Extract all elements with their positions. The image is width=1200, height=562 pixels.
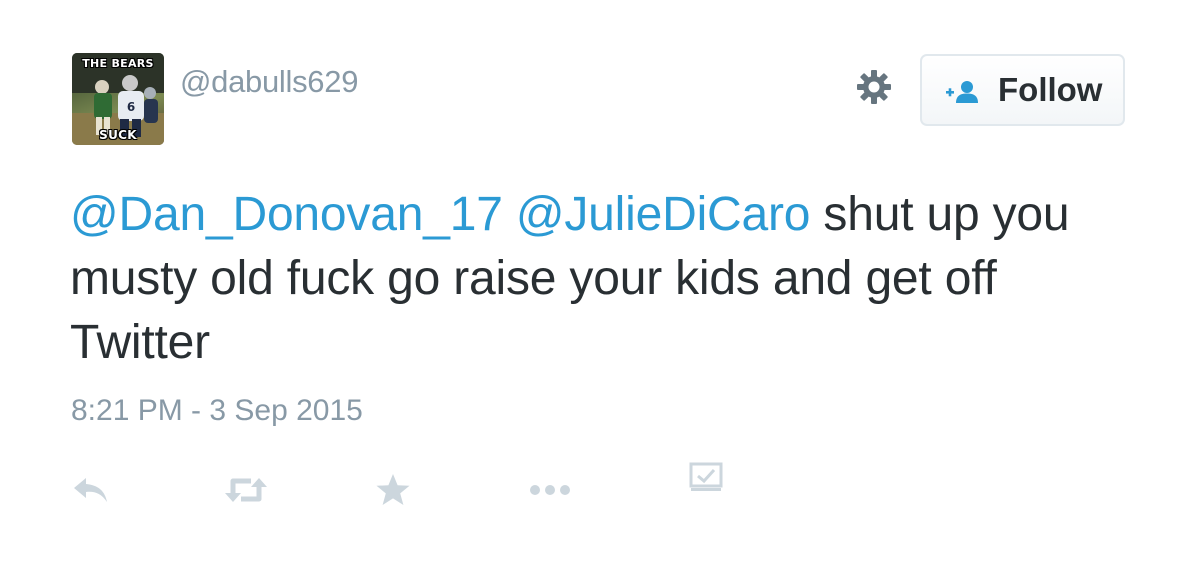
follow-user-icon [946, 81, 978, 103]
favorite-button[interactable] [375, 472, 411, 508]
tweet-timestamp[interactable]: 8:21 PM - 3 Sep 2015 [71, 394, 363, 428]
reply-icon [74, 478, 107, 502]
tweet-card: 6 THE BEARS SUCK @dabulls629 Follow @Dan… [0, 0, 1200, 562]
analytics-icon [689, 462, 723, 491]
mention-link[interactable]: @JulieDiCaro [516, 188, 811, 241]
gear-icon[interactable] [856, 69, 892, 105]
avatar-caption-top: THE BEARS [82, 57, 154, 70]
retweet-icon [225, 478, 267, 502]
user-handle[interactable]: @dabulls629 [180, 64, 358, 100]
more-button[interactable] [528, 482, 572, 498]
avatar[interactable]: 6 THE BEARS SUCK [72, 53, 164, 145]
avatar-caption-bottom: SUCK [99, 128, 137, 142]
star-icon [376, 474, 410, 505]
retweet-button[interactable] [224, 474, 268, 506]
reply-button[interactable] [72, 474, 110, 506]
follow-label: Follow [998, 71, 1103, 108]
analytics-button[interactable] [689, 462, 723, 492]
tweet-text: @Dan_Donovan_17 @JulieDiCaro shut up you… [70, 183, 1130, 375]
more-dots-icon [530, 485, 570, 495]
mention-link[interactable]: @Dan_Donovan_17 [70, 188, 503, 241]
avatar-jersey-number: 6 [127, 100, 135, 114]
follow-button[interactable]: Follow [920, 54, 1125, 126]
